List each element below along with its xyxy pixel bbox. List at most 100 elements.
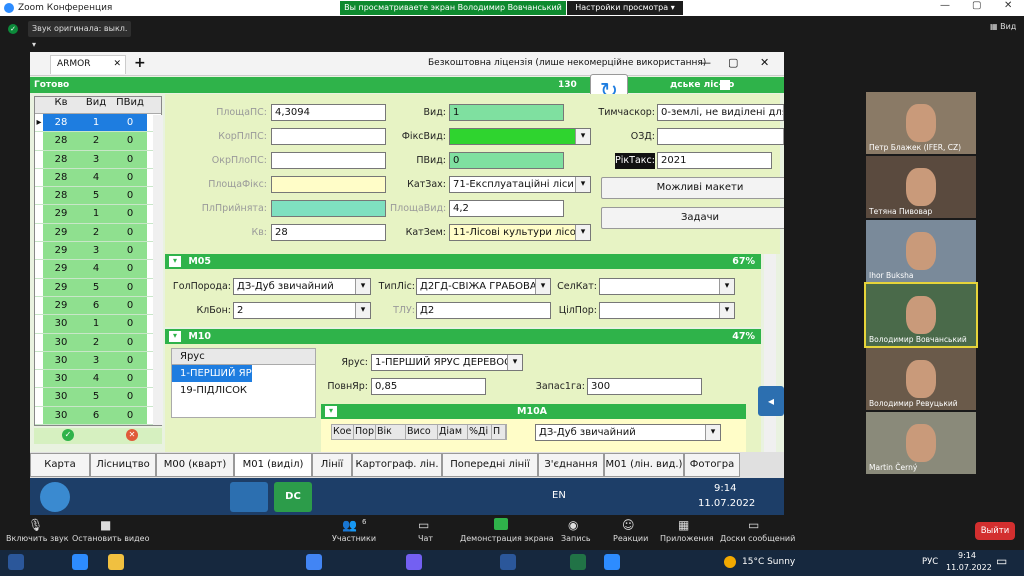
grid-cell-vyd[interactable]: 3: [79, 150, 113, 168]
m10a-section-header[interactable]: ▾ M10A: [321, 404, 746, 419]
grid-row[interactable]: 28 5 0: [35, 187, 161, 206]
grid-cell-vyd[interactable]: 5: [79, 278, 113, 296]
module-tab[interactable]: M01 (виділ): [234, 453, 312, 477]
grid-cell-kv[interactable]: 30: [43, 388, 79, 406]
grid-scrollbar[interactable]: [153, 115, 163, 425]
collapse-icon[interactable]: ▾: [325, 406, 337, 417]
pvyd-field[interactable]: 0: [449, 152, 564, 169]
collapse-icon[interactable]: ▾: [169, 331, 181, 342]
grid-row[interactable]: 29 5 0: [35, 278, 161, 297]
collapse-icon[interactable]: ▾: [169, 256, 181, 267]
grid-cell-pvyd[interactable]: 0: [113, 168, 147, 187]
share-screen-button[interactable]: Демонстрация экрана: [460, 534, 554, 543]
module-tab[interactable]: Карта: [30, 453, 90, 477]
grid-header-kv[interactable]: Кв: [43, 97, 79, 113]
video-icon[interactable]: ■: [100, 518, 111, 532]
rik-taks-field[interactable]: 2021: [657, 152, 772, 169]
grid-cell-kv[interactable]: 28: [43, 168, 79, 187]
grid-cell-kv[interactable]: 28: [43, 187, 79, 205]
grid-header-pvyd[interactable]: ПВид: [113, 97, 147, 113]
excel-icon[interactable]: [570, 554, 586, 570]
kat-zakh-select[interactable]: 71-Експлуатаційні ліси: [449, 176, 591, 193]
grid-cell-kv[interactable]: 30: [43, 370, 79, 388]
original-sound-button[interactable]: Звук оригинала: выкл. ▾: [28, 21, 131, 49]
layouts-button[interactable]: Можливі макети: [601, 177, 784, 199]
module-tab[interactable]: M01 (лін. вид.): [604, 453, 684, 477]
tlu-field[interactable]: Д2: [416, 302, 551, 319]
participants-icon[interactable]: 👥: [342, 518, 357, 532]
m05-section-header[interactable]: ▾ M05 67%: [165, 254, 761, 269]
zapas-field[interactable]: 300: [587, 378, 702, 395]
grid-cell-pvyd[interactable]: 0: [113, 315, 147, 333]
grid-row[interactable]: 29 4 0: [35, 260, 161, 279]
grid-cell-pvyd[interactable]: 0: [113, 388, 147, 406]
m10-section-header[interactable]: ▾ M10 47%: [165, 329, 761, 344]
okr-plo-ps-field[interactable]: [271, 152, 386, 169]
grid-cell-pvyd[interactable]: 0: [113, 187, 147, 205]
view-settings-button[interactable]: Настройки просмотра ▾: [567, 1, 683, 15]
minimize-icon[interactable]: —: [940, 0, 950, 11]
module-tab[interactable]: Картограф. лін.: [352, 453, 442, 477]
participants-button[interactable]: Участники: [332, 534, 376, 543]
grid-row[interactable]: 30 2 0: [35, 333, 161, 352]
grid-cell-kv[interactable]: 30: [43, 315, 79, 333]
close-icon[interactable]: ✕: [1004, 0, 1012, 11]
add-tab-icon[interactable]: +: [134, 55, 146, 71]
grid-row[interactable]: 29 2 0: [35, 223, 161, 243]
grid-row[interactable]: 29 3 0: [35, 242, 161, 261]
pl-pryiniata-field[interactable]: [271, 200, 386, 217]
grid-cell-vyd[interactable]: 6: [79, 406, 113, 425]
grid-cell-kv[interactable]: 28: [43, 114, 79, 132]
teamviewer-tab[interactable]: ARMOR ✕: [50, 55, 126, 74]
grid-cell-pvyd[interactable]: 0: [113, 114, 147, 132]
reactions-icon[interactable]: ☺: [622, 518, 635, 532]
typ-lis-select[interactable]: Д2ГД-СВІЖА ГРАБОВА Д: [416, 278, 551, 295]
grid-row[interactable]: 29 1 0: [35, 205, 161, 224]
module-tab[interactable]: Лінії: [312, 453, 352, 477]
weather-text[interactable]: 15°C Sunny: [742, 557, 795, 567]
grid-cell-kv[interactable]: 30: [43, 406, 79, 425]
species-select[interactable]: ДЗ-Дуб звичайний: [535, 424, 721, 441]
grid-cell-vyd[interactable]: 6: [79, 296, 113, 315]
grid-row[interactable]: 30 1 0: [35, 315, 161, 334]
grid-cell-pvyd[interactable]: 0: [113, 296, 147, 315]
yarus-list-item[interactable]: 1-ПЕРШИЙ ЯР: [172, 365, 252, 382]
grid-cell-vyd[interactable]: 3: [79, 351, 113, 370]
kl-bon-select[interactable]: 2: [233, 302, 371, 319]
module-tab[interactable]: З'єднання: [538, 453, 604, 477]
windows-start-icon[interactable]: [8, 554, 24, 570]
taskbar-lang[interactable]: РУС: [922, 557, 938, 567]
share-screen-icon[interactable]: [494, 518, 508, 530]
grid-cell-vyd[interactable]: 4: [79, 168, 113, 187]
grid-cell-pvyd[interactable]: 0: [113, 205, 147, 223]
app-taskbar-icon[interactable]: DC: [274, 482, 312, 512]
ploshcha-fiks-field[interactable]: [271, 176, 386, 193]
m10a-col-header[interactable]: %Ді: [468, 425, 492, 439]
grid-row[interactable]: 28 2 0: [35, 132, 161, 151]
grid-cell-pvyd[interactable]: 0: [113, 278, 147, 296]
gol-poroda-select[interactable]: ДЗ-Дуб звичайний: [233, 278, 371, 295]
grid-cell-vyd[interactable]: 3: [79, 242, 113, 260]
stop-video-button[interactable]: Остановить видео: [72, 534, 149, 543]
grid-cell-pvyd[interactable]: 0: [113, 370, 147, 388]
zoom-taskbar-icon[interactable]: [604, 554, 620, 570]
m10a-col-header[interactable]: Висо: [406, 425, 438, 439]
grid-cell-vyd[interactable]: 4: [79, 370, 113, 388]
form-scrollbar[interactable]: [764, 254, 776, 452]
explorer-icon[interactable]: [108, 554, 124, 570]
grid-cell-vyd[interactable]: 2: [79, 333, 113, 351]
grid-cell-vyd[interactable]: 1: [79, 315, 113, 333]
cancel-icon[interactable]: ✕: [126, 429, 138, 441]
module-tab[interactable]: Фотогра: [684, 453, 740, 477]
kv-field[interactable]: 28: [271, 224, 386, 241]
m10a-col-header[interactable]: Діам: [438, 425, 468, 439]
apps-icon[interactable]: ▦: [678, 518, 689, 532]
grid-cell-vyd[interactable]: 1: [79, 205, 113, 223]
grid-cell-kv[interactable]: 28: [43, 150, 79, 168]
ploshcha-ps-field[interactable]: 4,3094: [271, 104, 386, 121]
grid-cell-vyd[interactable]: 1: [79, 114, 113, 132]
record-button[interactable]: Запись: [561, 534, 591, 543]
chat-icon[interactable]: ▭: [418, 518, 429, 532]
grid-cell-pvyd[interactable]: 0: [113, 406, 147, 425]
grid-cell-kv[interactable]: 29: [43, 260, 79, 278]
